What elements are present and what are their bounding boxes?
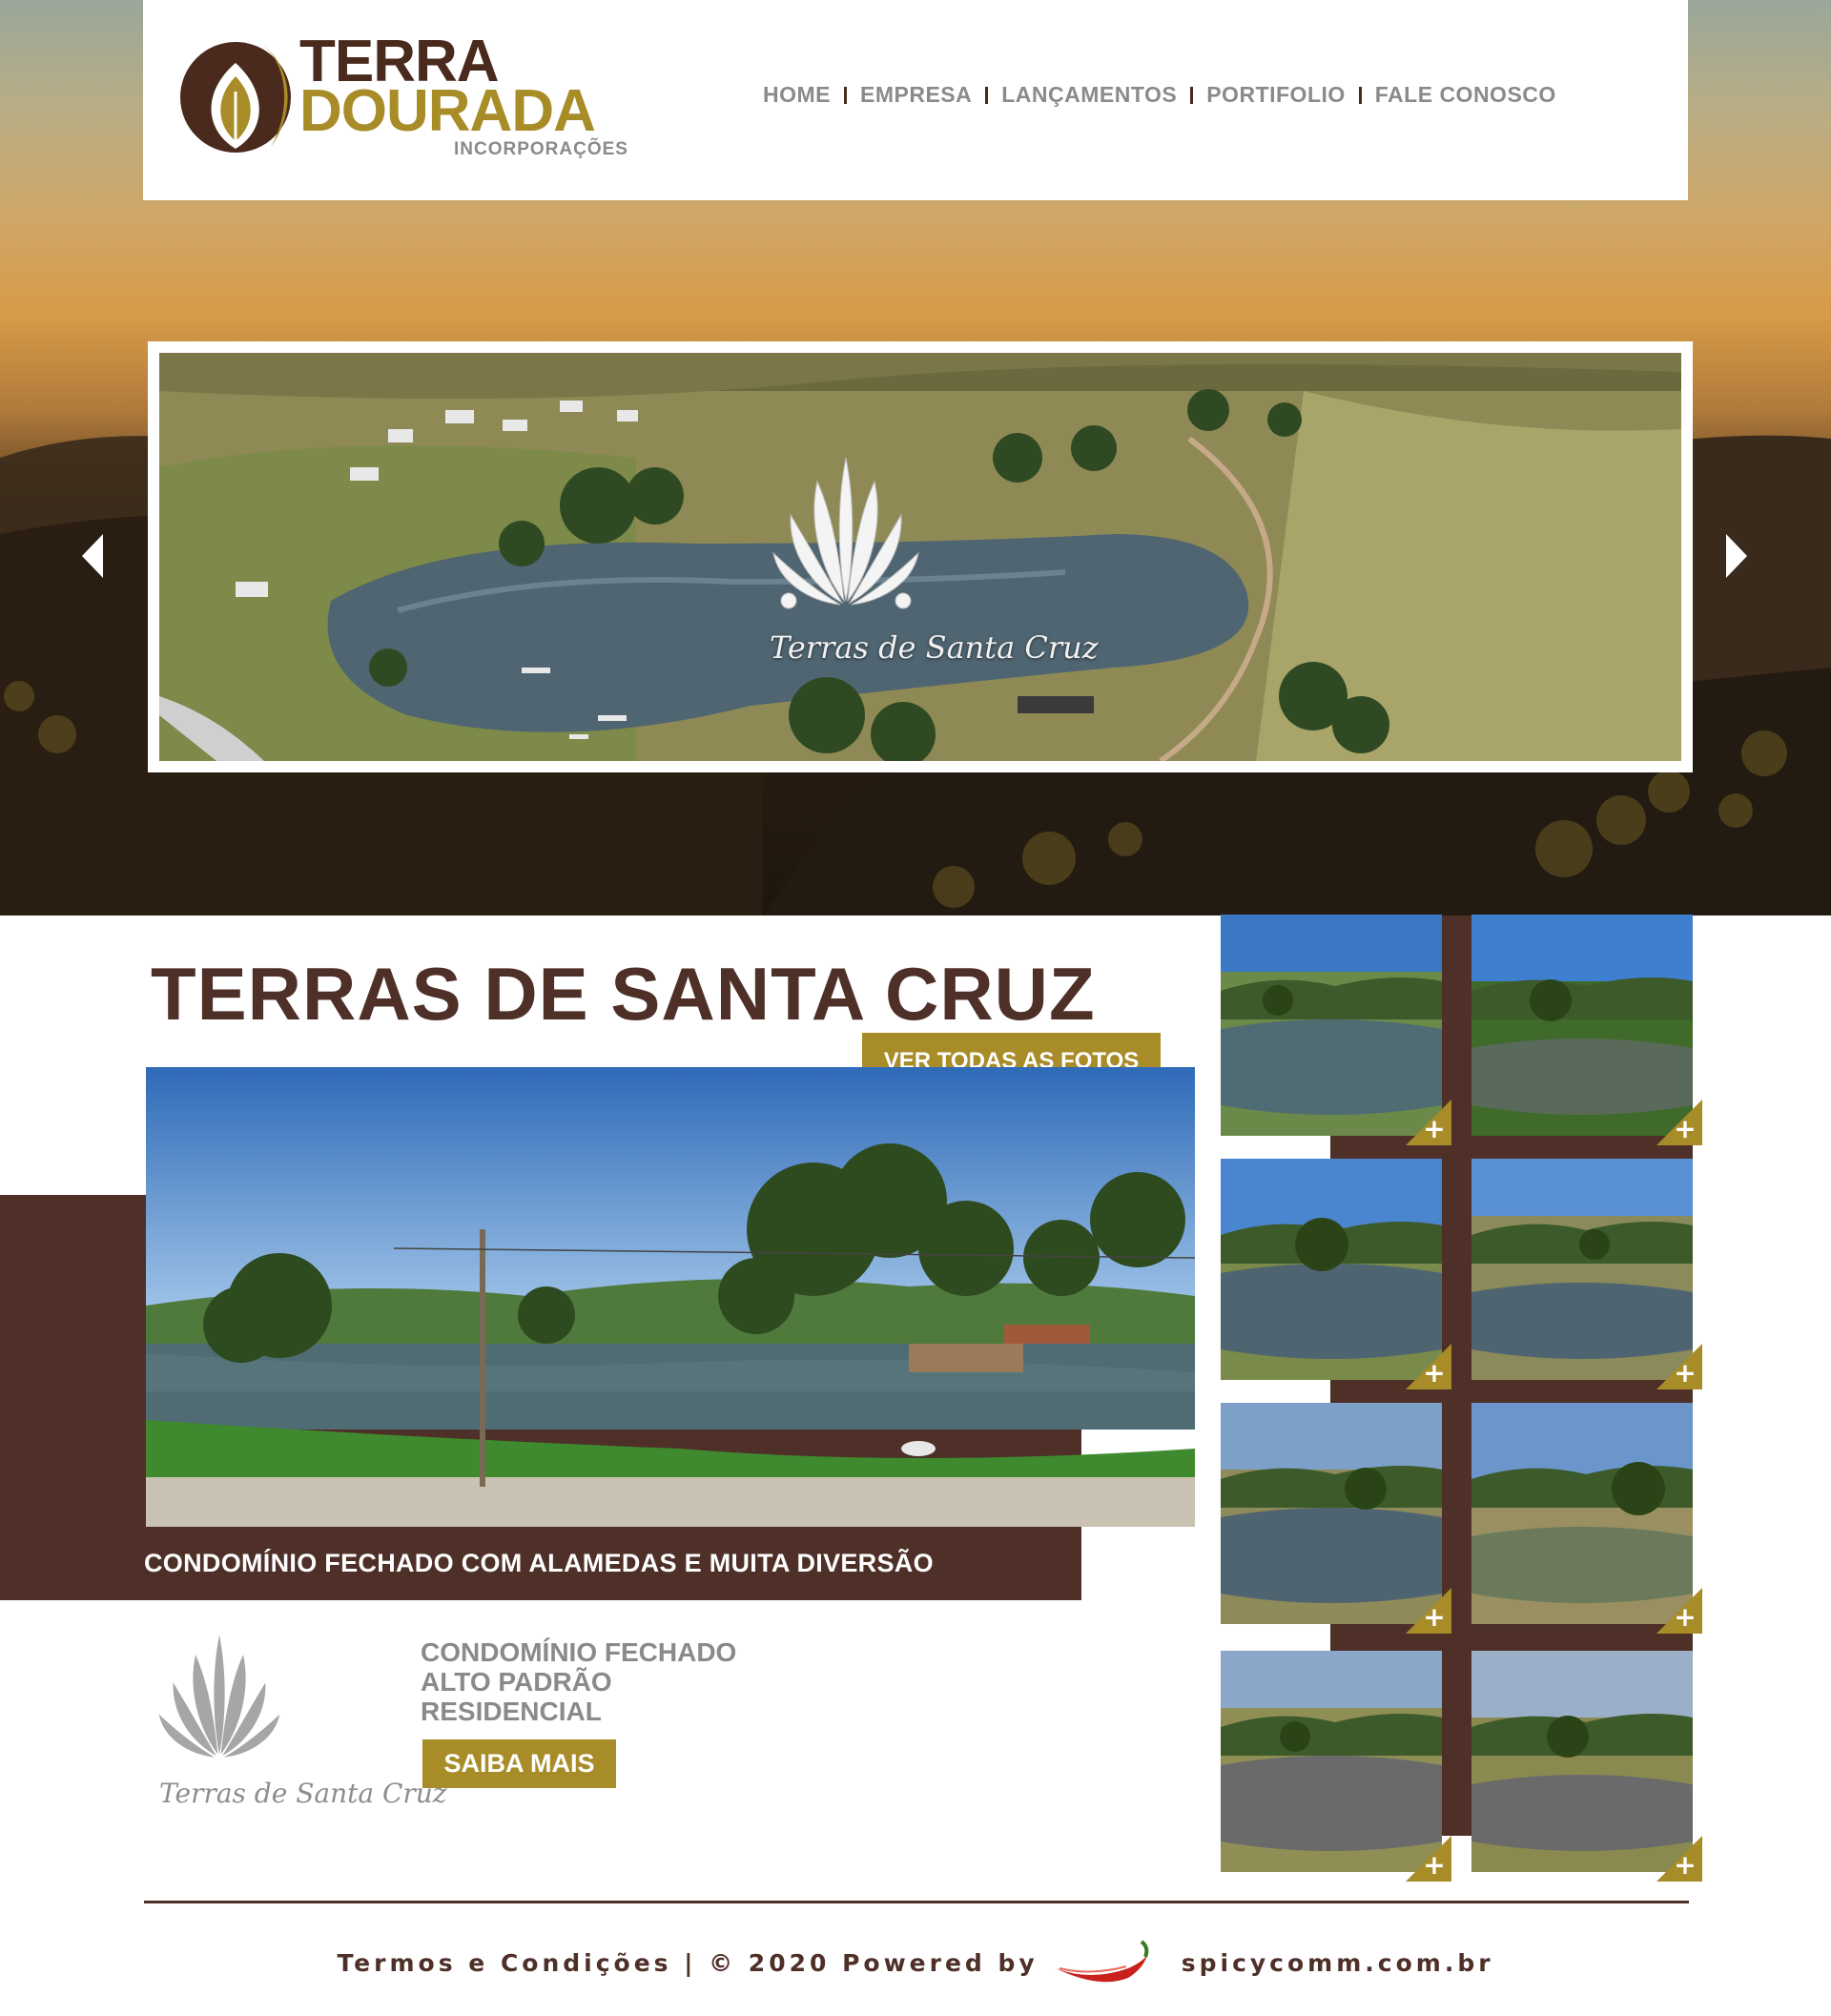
footer-divider — [144, 1901, 1689, 1903]
svg-text:+: + — [1423, 1601, 1445, 1633]
brand-name-line2: DOURADA — [299, 78, 596, 144]
svg-text:+: + — [1674, 1357, 1696, 1389]
hero-slider: Terras de Santa Cruz — [148, 341, 1693, 772]
project-logo-text: Terras de Santa Cruz — [159, 1778, 447, 1809]
svg-text:+: + — [1423, 1357, 1445, 1389]
nav-item-fale-conosco[interactable]: FALE CONOSCO — [1375, 82, 1556, 108]
chili-pepper-icon — [1055, 1940, 1149, 1983]
svg-text:+: + — [1674, 1849, 1696, 1881]
project-desc-line: ALTO PADRÃO — [421, 1667, 612, 1697]
slider-image-lake-aerial[interactable]: Terras de Santa Cruz — [159, 353, 1681, 761]
project-caption: CONDOMÍNIO FECHADO COM ALAMEDAS E MUITA … — [144, 1549, 934, 1577]
brand-tagline: INCORPORAÇÕES — [454, 139, 628, 159]
svg-text:+: + — [1423, 1849, 1445, 1881]
brand-logo[interactable]: TERRA DOURADA INCORPORAÇÕES — [175, 32, 627, 166]
nav-item-portifolio[interactable]: PORTIFOLIO — [1206, 82, 1346, 108]
nav-item-lancamentos[interactable]: LANÇAMENTOS — [1001, 82, 1177, 108]
project-description: CONDOMÍNIO FECHADO ALTO PADRÃO RESIDENCI… — [421, 1637, 736, 1726]
svg-text:+: + — [1674, 1601, 1696, 1633]
saiba-mais-button[interactable]: SAIBA MAIS — [422, 1739, 616, 1788]
project-main-photo[interactable] — [146, 1067, 1195, 1527]
gallery-plus-icon[interactable]: + — [1656, 1836, 1702, 1882]
leaf-emblem-icon — [180, 42, 291, 153]
site-footer: Termos e Condições | © 2020 Powered by s… — [0, 1940, 1831, 1983]
footer-text: Termos e Condições | © 2020 Powered by — [337, 1948, 1039, 1977]
site-header: TERRA DOURADA INCORPORAÇÕES HOME EMPRESA… — [143, 0, 1688, 200]
footer-site-link[interactable]: spicycomm.com.br — [1182, 1949, 1494, 1977]
gallery-plus-icon[interactable]: + — [1656, 1100, 1702, 1145]
svg-text:+: + — [1423, 1113, 1445, 1144]
terras-santa-cruz-emblem-icon — [772, 457, 919, 609]
main-nav: HOME EMPRESA LANÇAMENTOS PORTIFOLIO FALE… — [763, 82, 1556, 108]
gallery-plus-icon[interactable]: + — [1406, 1344, 1451, 1389]
project-title: TERRAS DE SANTA CRUZ — [151, 952, 1096, 1036]
gallery-plus-icon[interactable]: + — [1406, 1100, 1451, 1145]
slider-logo-text: Terras de Santa Cruz — [770, 629, 1099, 666]
nav-item-home[interactable]: HOME — [763, 82, 831, 108]
nav-item-empresa[interactable]: EMPRESA — [860, 82, 972, 108]
slider-next-arrow-icon[interactable] — [1717, 532, 1755, 580]
nav-separator — [1358, 86, 1362, 104]
slider-prev-arrow-icon[interactable] — [74, 532, 113, 580]
project-desc-line: RESIDENCIAL — [421, 1697, 602, 1726]
nav-separator — [985, 86, 989, 104]
svg-text:+: + — [1674, 1113, 1696, 1144]
gallery-plus-icon[interactable]: + — [1656, 1588, 1702, 1634]
nav-separator — [844, 86, 847, 104]
gallery-plus-icon[interactable]: + — [1656, 1344, 1702, 1389]
gallery-plus-icon[interactable]: + — [1406, 1836, 1451, 1882]
terras-santa-cruz-emblem-icon — [158, 1635, 280, 1758]
nav-separator — [1190, 86, 1194, 104]
gallery-plus-icon[interactable]: + — [1406, 1588, 1451, 1634]
project-desc-line: CONDOMÍNIO FECHADO — [421, 1637, 737, 1667]
